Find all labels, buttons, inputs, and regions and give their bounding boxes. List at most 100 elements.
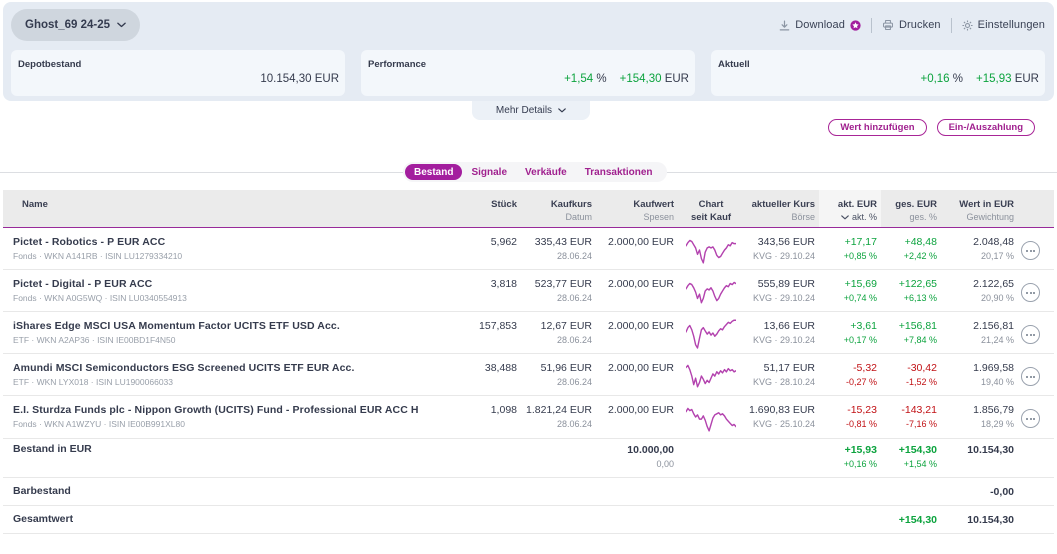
printer-icon	[882, 19, 894, 31]
table-footer-row: Barbestand -0,00	[3, 478, 1054, 506]
cell-stueck: 157,853	[440, 312, 520, 353]
kurs-value: 51,17 EUR	[763, 362, 815, 374]
table-header-row: Name Stück Kaufkurs Datum Kaufwert Spesen Char…	[3, 190, 1054, 228]
cell-kaufkurs: 51,96 EUR 28.06.24	[520, 354, 595, 395]
footer-ges-cell	[881, 478, 941, 505]
table-footer: Bestand in EUR 10.000,00 0,00 +15,93 +0,16 %…	[3, 439, 1054, 534]
portfolio-page: Ghost_69 24-25 Download Drucken Einstellun…	[0, 0, 1057, 554]
cell-kaufwert: 2.000,00 EUR	[595, 312, 677, 353]
sparkline-chart	[686, 275, 736, 307]
akt-pct-value: +0,74 %	[843, 293, 877, 303]
kaufwert-value: 2.000,00 EUR	[608, 362, 674, 374]
column-header-line2: Börse	[745, 211, 815, 224]
ges-eur-value: +122,65	[898, 278, 937, 290]
kaufwert-value: 2.000,00 EUR	[608, 278, 674, 290]
gear-icon	[962, 19, 973, 31]
kaufkurs-value: 335,43 EUR	[534, 236, 592, 248]
gewichtung-value: 20,90 %	[980, 293, 1014, 303]
cell-name: Pictet - Digital - P EUR ACC Fonds · WKN …	[3, 270, 440, 311]
column-header-kaufwert[interactable]: Kaufwert Spesen	[595, 190, 677, 227]
kaufwert-value: 2.000,00 EUR	[608, 320, 674, 332]
cell-chart	[677, 312, 745, 353]
sparkline-chart	[686, 359, 736, 391]
akt-eur-value: +3,61	[850, 320, 877, 332]
cell-menu	[1018, 396, 1054, 438]
footer-ges-eur: +154,30	[898, 444, 937, 456]
column-header-line1: Name	[22, 199, 48, 210]
asset-info: ETF · WKN A2AP36 · ISIN IE00BD1F4N50	[13, 335, 176, 345]
asset-name: iShares Edge MSCI USA Momentum Factor UC…	[13, 320, 340, 332]
column-header-wert-in-eur[interactable]: Wert in EUR Gewichtung	[941, 190, 1018, 227]
holdings-table: Name Stück Kaufkurs Datum Kaufwert Spesen Char…	[3, 190, 1054, 534]
cell-kaufkurs: 12,67 EUR 28.06.24	[520, 312, 595, 353]
column-header-line2-text: Datum	[565, 212, 592, 222]
ges-eur-value: -143,21	[901, 404, 937, 416]
tab-verkäufe[interactable]: Verkäufe	[516, 167, 576, 178]
akt-eur-value: +15,69	[844, 278, 877, 290]
column-header-st-ck[interactable]: Stück	[440, 190, 520, 227]
column-header-line1: Kaufwert	[633, 199, 674, 210]
action-label: Einstellungen	[977, 19, 1045, 31]
footer-kaufwert-cell	[595, 478, 677, 505]
column-header-ges-eur[interactable]: ges. EUR ges. %	[881, 190, 941, 227]
footer-wert-cell: 10.154,30	[941, 439, 1018, 477]
cell-chart	[677, 228, 745, 269]
star-badge-icon	[850, 19, 861, 31]
tab-bestand[interactable]: Bestand	[405, 164, 463, 180]
column-header-akt-eur[interactable]: akt. EUR akt. %	[819, 190, 881, 227]
cell-akt-eur: +17,17 +0,85 %	[819, 228, 881, 269]
chevron-down-icon	[841, 215, 849, 220]
column-header-chart[interactable]: Chart seit Kauf	[677, 190, 745, 227]
table-row: Pictet - Digital - P EUR ACC Fonds · WKN …	[3, 270, 1054, 312]
portfolio-selector[interactable]: Ghost_69 24-25	[11, 9, 141, 41]
column-header-line2-text: seit Kauf	[690, 212, 732, 223]
cell-name: Pictet - Robotics - P EUR ACC Fonds · WKN…	[3, 228, 440, 269]
kurs-value: 555,89 EUR	[757, 278, 815, 290]
kaufkurs-value: 51,96 EUR	[540, 362, 592, 374]
cell-aktueller-kurs: 13,66 EUR KVG · 29.10.24	[745, 312, 819, 353]
kurs-boerse: KVG · 28.10.24	[752, 377, 815, 387]
footer-wert-cell: 10.154,30	[941, 506, 1018, 533]
kurs-value: 1.690,83 EUR	[749, 404, 815, 416]
action-einstellungen[interactable]: Einstellungen	[962, 19, 1045, 31]
summary-cards: Depotbestand 10.154,30 EUR Performance +1,5…	[11, 50, 1045, 96]
more-details-label: Mehr Details	[495, 105, 553, 116]
cell-wert: 2.048,48 20,17 %	[941, 228, 1018, 269]
column-header-line2: akt. %	[819, 211, 877, 224]
card-label: Performance	[368, 59, 427, 70]
stueck-value: 5,962	[490, 236, 517, 248]
column-header-aktueller-kurs[interactable]: aktueller Kurs Börse	[745, 190, 819, 227]
deposit-withdraw-button[interactable]: Ein-/Auszahlung	[936, 119, 1035, 136]
akt-pct-value: +0,17 %	[843, 335, 877, 345]
action-drucken[interactable]: Drucken	[882, 19, 941, 31]
row-menu-button[interactable]	[1021, 325, 1040, 344]
column-header-line2-text: Spesen	[643, 212, 674, 222]
cell-akt-eur: -15,23 -0,81 %	[819, 396, 881, 438]
cell-chart	[677, 354, 745, 395]
tab-signale[interactable]: Signale	[462, 167, 516, 178]
column-header-kaufkurs[interactable]: Kaufkurs Datum	[520, 190, 595, 227]
summary-card-depotbestand: Depotbestand 10.154,30 EUR	[11, 50, 345, 96]
header-actions: Download Drucken Einstellungen	[779, 14, 1045, 36]
row-menu-button[interactable]	[1021, 283, 1040, 302]
table-footer-row: Gesamtwert +154,30 10.154,30	[3, 506, 1054, 534]
stueck-value: 38,488	[484, 362, 517, 374]
action-download[interactable]: Download	[779, 19, 861, 31]
akt-pct-value: -0,27 %	[845, 377, 877, 387]
row-menu-button[interactable]	[1021, 409, 1040, 428]
tab-transaktionen[interactable]: Transaktionen	[576, 167, 662, 178]
kaufkurs-value: 12,67 EUR	[540, 320, 592, 332]
footer-label: Bestand in EUR	[13, 443, 92, 455]
cell-wert: 2.122,65 20,90 %	[941, 270, 1018, 311]
card-value-unit: EUR	[1011, 73, 1039, 85]
row-menu-button[interactable]	[1021, 367, 1040, 386]
kurs-boerse: KVG · 29.10.24	[752, 251, 815, 261]
more-details-button[interactable]: Mehr Details	[472, 101, 590, 120]
row-menu-button[interactable]	[1021, 241, 1040, 260]
add-asset-button[interactable]: Wert hinzufügen	[828, 119, 927, 136]
card-value-part: +0,16 %	[920, 73, 963, 85]
column-header-name[interactable]: Name	[3, 190, 440, 227]
asset-name: Pictet - Robotics - P EUR ACC	[13, 236, 166, 248]
table-row: iShares Edge MSCI USA Momentum Factor UC…	[3, 312, 1054, 354]
column-header-line2: seit Kauf	[677, 211, 745, 224]
